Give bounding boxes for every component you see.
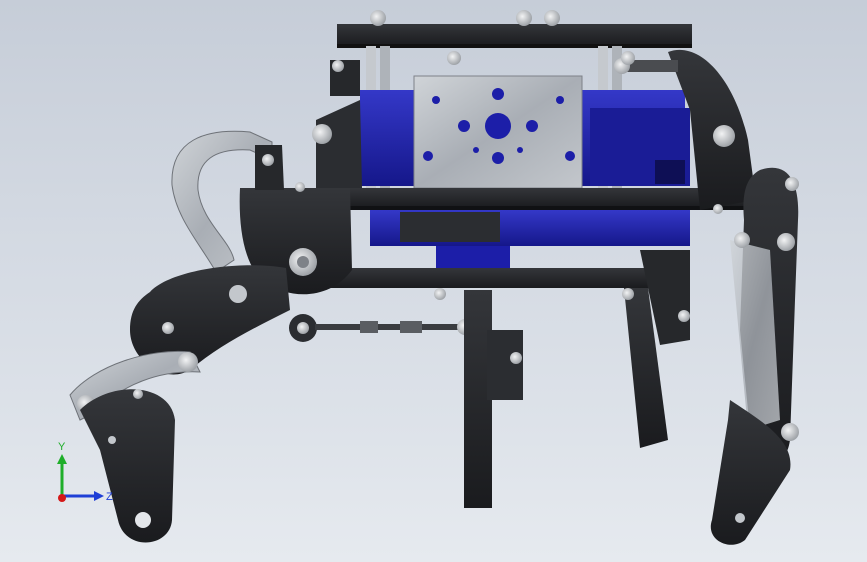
push-rod-linkage[interactable] [289,314,473,342]
x-axis-origin-icon [58,494,66,502]
y-axis-arrow [57,454,67,496]
y-axis-label: Y [58,441,66,453]
left-side-bracket[interactable] [312,60,362,188]
lower-plate[interactable] [330,268,688,288]
middle-leg-front[interactable] [464,290,523,508]
z-axis-label: Z [106,491,113,503]
coordinate-axis-triad: Y Z [57,441,113,503]
cad-viewport[interactable]: Y Z [0,0,867,562]
right-rear-leg[interactable] [710,167,799,545]
servo-bracket-silver[interactable] [413,75,583,189]
robot-leg-assembly-model[interactable] [0,0,867,562]
top-plate[interactable] [337,24,692,48]
z-axis-arrow [62,491,104,501]
